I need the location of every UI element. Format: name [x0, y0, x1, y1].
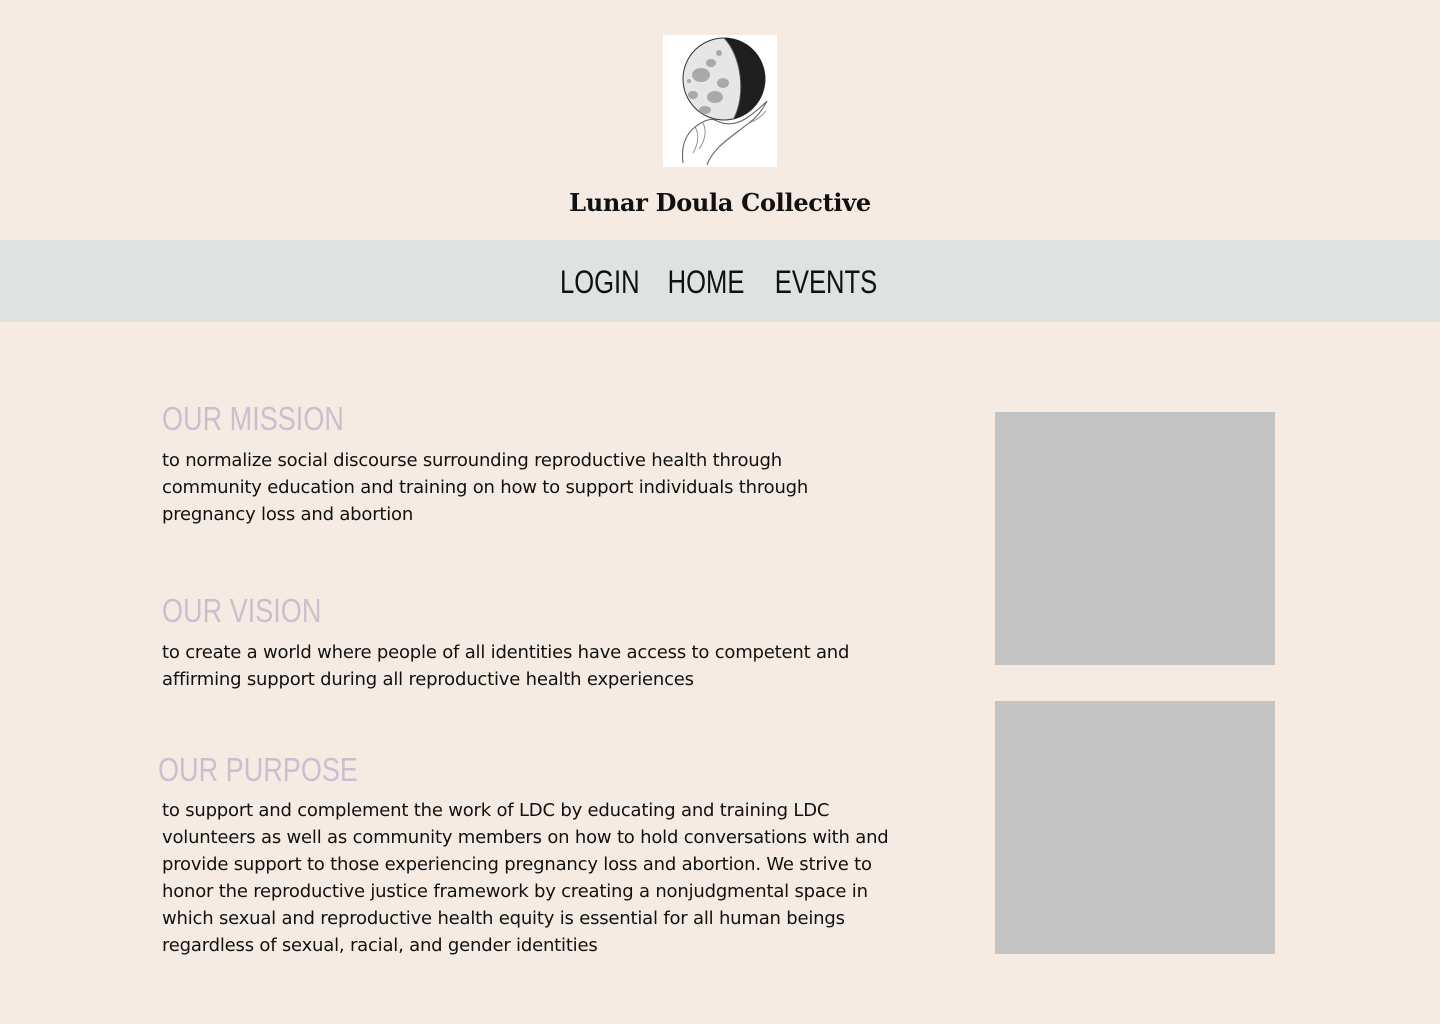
logo[interactable]	[663, 35, 777, 167]
purpose-text: to support and complement the work of LD…	[162, 800, 889, 956]
purpose-heading: OUR PURPOSE	[158, 751, 358, 788]
image-placeholder-top	[995, 412, 1275, 665]
site-title: Lunar Doula Collective	[569, 188, 871, 217]
nav-login-link[interactable]: LOGIN	[560, 260, 640, 302]
image-placeholder-bottom	[995, 701, 1275, 954]
main-nav: LOGIN HOME EVENTS	[0, 240, 1440, 322]
vision-text: to create a world where people of all id…	[162, 642, 850, 690]
mission-text: to normalize social discourse surroundin…	[162, 450, 809, 525]
nav-home-link[interactable]: HOME	[667, 260, 744, 302]
mission-heading: OUR MISSION	[162, 400, 344, 437]
nav-events-link[interactable]: EVENTS	[775, 260, 877, 302]
vision-heading: OUR VISION	[162, 592, 322, 629]
moon-in-hand-icon	[681, 37, 768, 166]
